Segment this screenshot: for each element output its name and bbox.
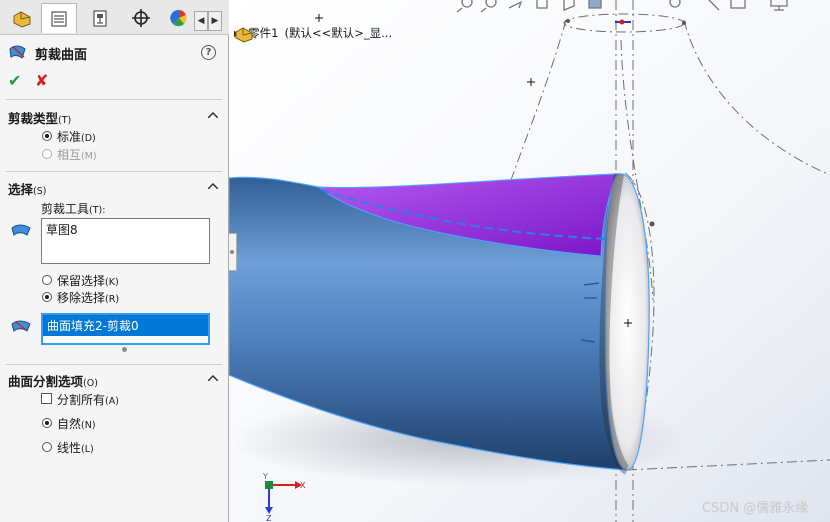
- axis-marker-dot: [619, 19, 625, 25]
- model-viewport[interactable]: X Y Z: [229, 0, 830, 522]
- trim-tool-selection-icon: [11, 224, 31, 236]
- cancel-button[interactable]: ✘: [35, 71, 48, 90]
- resize-handle[interactable]: [122, 347, 127, 352]
- divider: [6, 364, 222, 365]
- selections-section-title[interactable]: 选择(S): [8, 179, 46, 198]
- collapse-chevron-icon[interactable]: [208, 375, 218, 381]
- remove-selections-label: 移除选择(R): [57, 291, 120, 305]
- keep-selections-label: 保留选择(K): [57, 274, 119, 288]
- color-wheel-icon: [170, 9, 187, 27]
- collapse-chevron-icon[interactable]: [208, 112, 218, 118]
- display-manager-tab[interactable]: [164, 3, 194, 33]
- keep-selections-radio[interactable]: [42, 275, 52, 285]
- trim-tool-label: 剪裁工具(T):: [41, 202, 106, 216]
- chevron-left-icon: ◀: [197, 16, 205, 26]
- svg-text:Y: Y: [262, 472, 268, 481]
- splitter-dot: [230, 250, 234, 254]
- property-list-icon: [51, 11, 67, 26]
- trim-surface-icon: [9, 45, 26, 59]
- trim-type-section-title[interactable]: 剪裁类型(T): [8, 108, 71, 127]
- feature-header: 剪裁曲面 ?: [8, 43, 222, 63]
- feature-tree-icon: [13, 11, 31, 28]
- ok-button[interactable]: ✔: [8, 71, 21, 90]
- graphics-area[interactable]: X Y Z ▶ 零件1 (默认<<默认>_显... CSDN @儒雅永缘: [229, 0, 830, 522]
- watermark: CSDN @儒雅永缘: [702, 501, 809, 516]
- trim-type-mutual-label: 相互(M): [57, 148, 97, 162]
- chevron-right-icon: ▶: [211, 16, 219, 26]
- remove-selections-radio[interactable]: [42, 292, 52, 302]
- split-all-checkbox[interactable]: [41, 393, 52, 404]
- tab-scroll-right-button[interactable]: ▶: [208, 11, 222, 31]
- manager-tab-bar: ◀ ▶: [0, 0, 229, 35]
- collapse-chevron-icon[interactable]: [208, 183, 218, 189]
- dimxpert-manager-tab[interactable]: [123, 3, 159, 33]
- display-style-icon: [588, 0, 602, 9]
- natural-radio[interactable]: [42, 418, 52, 428]
- list-item[interactable]: 曲面填充2-剪裁0: [43, 315, 208, 336]
- list-item[interactable]: 草图8: [42, 219, 209, 240]
- crosshair-icon: [132, 9, 150, 27]
- flyout-tree-part-node[interactable]: ▶ 零件1 (默认<<默认>_显...: [234, 25, 393, 43]
- configuration-icon: [93, 10, 107, 27]
- linear-radio[interactable]: [42, 442, 52, 452]
- tab-scroll-left-button[interactable]: ◀: [194, 11, 208, 31]
- split-all-label: 分割所有(A): [57, 393, 119, 407]
- trim-type-standard-label: 标准(D): [57, 130, 96, 144]
- pieces-to-remove-listbox[interactable]: 曲面填充2-剪裁0: [41, 313, 210, 345]
- trim-type-standard-radio[interactable]: [42, 131, 52, 141]
- property-manager-tab[interactable]: [41, 3, 77, 33]
- divider: [6, 99, 222, 100]
- part-icon: [235, 27, 253, 43]
- linear-label: 线性(L): [57, 441, 94, 455]
- pieces-selection-icon: [11, 320, 31, 332]
- configuration-manager-tab[interactable]: [82, 3, 118, 33]
- svg-text:X: X: [300, 481, 306, 490]
- natural-label: 自然(N): [57, 417, 96, 431]
- feature-title: 剪裁曲面: [35, 48, 88, 63]
- split-options-section-title[interactable]: 曲面分割选项(O): [8, 371, 98, 390]
- part-configuration: (默认<<默认>_显...: [284, 26, 393, 40]
- divider: [6, 171, 222, 172]
- property-manager-panel: ◀ ▶ 剪裁曲面 ? ✔ ✘ 剪裁类型(T) 标准(D) 相互(M) 选择(S)…: [0, 0, 229, 522]
- trim-tool-listbox[interactable]: 草图8: [41, 218, 210, 264]
- panel-splitter-handle[interactable]: [229, 233, 237, 271]
- trim-type-mutual-radio[interactable]: [42, 149, 52, 159]
- help-icon[interactable]: ?: [201, 45, 216, 60]
- svg-text:Z: Z: [266, 514, 272, 522]
- feature-manager-tab[interactable]: [4, 3, 40, 33]
